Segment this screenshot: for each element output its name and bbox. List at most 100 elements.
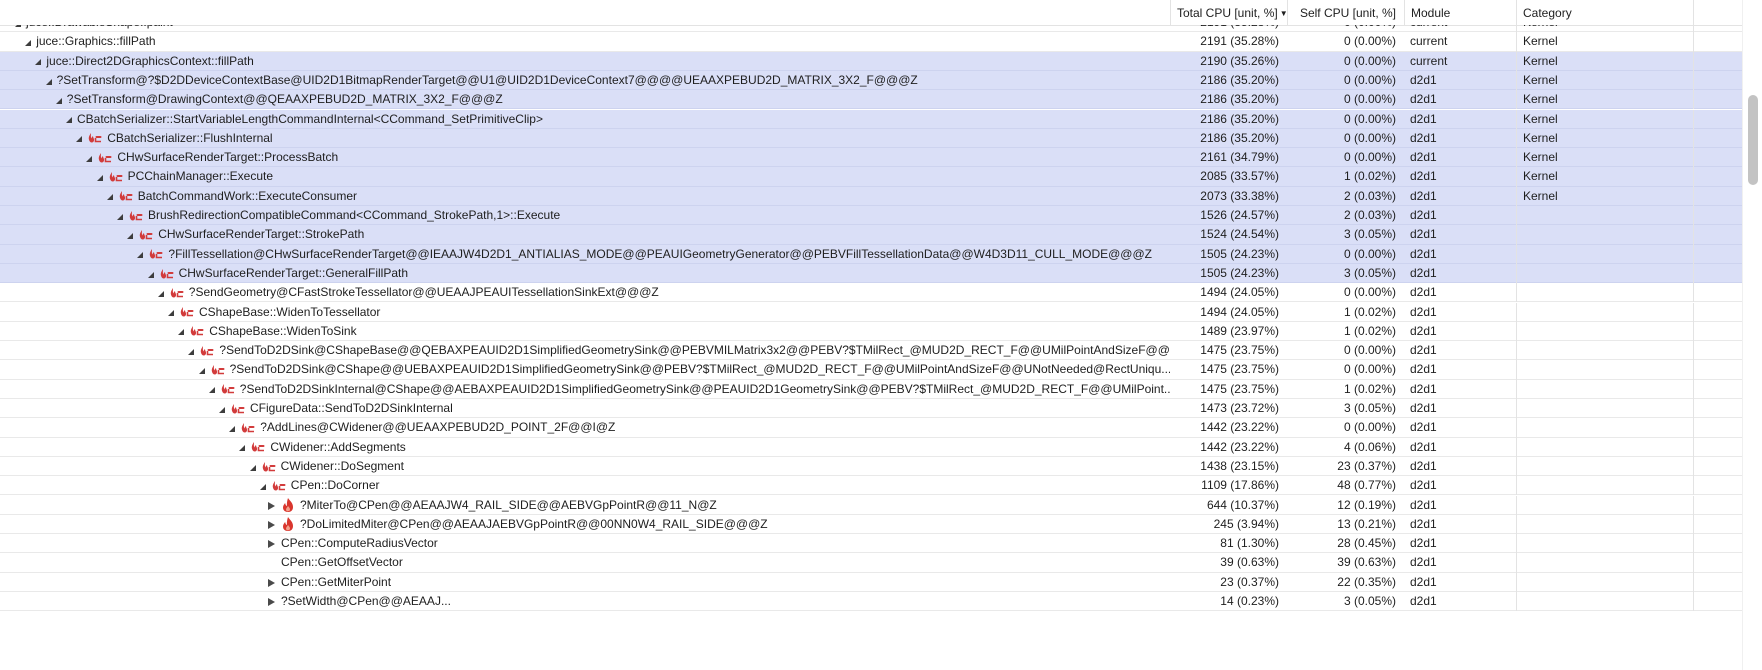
call-tree-row[interactable]: CHwSurfaceRenderTarget::ProcessBatch 2161… — [0, 148, 1742, 168]
collapse-arrow-icon[interactable] — [30, 52, 42, 71]
call-tree-row[interactable]: CPen::ComputeRadiusVector 81 (1.30%) 28 (0… — [0, 534, 1742, 554]
column-header-category[interactable]: Category — [1516, 0, 1693, 25]
spacer-cell — [1693, 225, 1742, 245]
module-cell: d2d1 — [1410, 130, 1437, 145]
function-name-cell: ?MiterTo@CPen@@AEAAJW4_RAIL_SIDE@@AEBVGp… — [0, 496, 1170, 515]
expand-arrow-icon[interactable] — [265, 592, 277, 611]
sort-descending-icon: ▼ — [1279, 9, 1287, 18]
call-tree-row[interactable]: ?SetTransform@?$D2DDeviceContextBase@UID… — [0, 70, 1742, 91]
call-tree-row[interactable]: ?SetWidth@CPen@@AEAAJ... 14 (0.23%) 3 (0.0… — [0, 592, 1742, 612]
call-tree-row[interactable]: ?SendToD2DSink@CShapeBase@@QEBAXPEAUID2D… — [0, 341, 1742, 361]
collapse-arrow-icon[interactable] — [143, 264, 155, 283]
collapse-arrow-icon[interactable] — [245, 457, 257, 476]
collapse-arrow-icon[interactable] — [51, 90, 63, 109]
call-tree-row[interactable]: ?SetTransform@DrawingContext@@QEAAXPEBUD… — [0, 90, 1742, 110]
collapse-arrow-icon[interactable] — [194, 360, 206, 379]
call-tree-row[interactable]: CBatchSerializer::StartVariableLengthCom… — [0, 109, 1742, 129]
hot-path-icon — [272, 480, 286, 491]
collapse-arrow-icon[interactable] — [163, 303, 175, 322]
call-tree-row[interactable]: ?AddLines@CWidener@@UEAAXPEBUD2D_POINT_2… — [0, 418, 1742, 438]
call-tree-row[interactable]: BrushRedirectionCompatibleCommand<CComma… — [0, 206, 1742, 226]
column-header-total-cpu[interactable]: Total CPU [unit, %] ▼ — [1170, 0, 1287, 25]
spacer-cell — [1693, 456, 1742, 477]
vertical-scrollbar[interactable] — [1742, 0, 1762, 670]
expand-arrow-icon[interactable] — [265, 496, 277, 515]
call-tree-row[interactable]: juce::Direct2DGraphicsContext::fillPath 2… — [0, 51, 1742, 71]
total-cpu-cell: 2191 (35.28%) — [1200, 34, 1279, 49]
category-cell — [1516, 283, 1693, 303]
total-cpu-cell: 2186 (35.20%) — [1200, 130, 1279, 145]
call-tree-row[interactable]: ?FillTessellation@CHwSurfaceRenderTarget… — [0, 244, 1742, 264]
scrollbar-thumb[interactable] — [1748, 95, 1758, 185]
self-cpu-cell: 0 (0.00%) — [1343, 130, 1396, 145]
collapse-arrow-icon[interactable] — [204, 380, 216, 399]
call-tree: juce::DrawableShape::paint2191 (35.28%)0… — [0, 25, 1742, 670]
call-tree-row[interactable]: juce::DrawableShape::paint 2191 (35.28%)0… — [0, 25, 1742, 33]
collapse-arrow-icon[interactable] — [183, 341, 195, 360]
category-cell — [1516, 321, 1693, 342]
collapse-arrow-icon[interactable] — [20, 32, 32, 51]
collapse-arrow-icon[interactable] — [132, 245, 144, 264]
call-tree-row[interactable]: CShapeBase::WidenToSink 1489 (23.97%) 1 (0… — [0, 321, 1742, 342]
expand-arrow-icon[interactable] — [265, 515, 277, 534]
call-tree-row[interactable]: ?SendToD2DSinkInternal@CShape@@AEBAXPEAU… — [0, 379, 1742, 399]
call-tree-row[interactable]: CHwSurfaceRenderTarget::StrokePath 1524 (… — [0, 225, 1742, 245]
collapse-arrow-icon[interactable] — [173, 322, 185, 341]
module-cell: current — [1404, 25, 1516, 32]
function-name-cell: PCChainManager::Execute — [0, 167, 1170, 186]
total-cpu-cell: 39 (0.63%) — [1220, 555, 1279, 570]
module-cell: d2d1 — [1410, 420, 1437, 435]
expand-arrow-icon[interactable] — [265, 534, 277, 553]
call-tree-row[interactable]: PCChainManager::Execute 2085 (33.57%) 1 (0… — [0, 167, 1742, 187]
category-cell — [1516, 360, 1693, 380]
call-tree-row[interactable]: ?MiterTo@CPen@@AEAAJW4_RAIL_SIDE@@AEBVGp… — [0, 495, 1742, 515]
column-header-self-cpu[interactable]: Self CPU [unit, %] — [1287, 0, 1404, 25]
collapse-arrow-icon[interactable] — [71, 129, 83, 148]
function-name: CPen::GetOffsetVector — [281, 555, 403, 570]
function-name-cell: ?SetTransform@?$D2DDeviceContextBase@UID… — [0, 71, 1170, 90]
total-cpu-cell: 1494 (24.05%) — [1200, 304, 1279, 319]
self-cpu-cell: 0 (0.00%) — [1343, 53, 1396, 68]
call-tree-row[interactable]: BatchCommandWork::ExecuteConsumer 2073 (3… — [0, 186, 1742, 206]
self-cpu-cell: 39 (0.63%) — [1337, 555, 1396, 570]
call-tree-row[interactable]: ?DoLimitedMiter@CPen@@AEAAJAEBVGpPointR@… — [0, 514, 1742, 535]
call-tree-row[interactable]: ?SendToD2DSink@CShape@@UEBAXPEAUID2D1Sim… — [0, 360, 1742, 380]
call-tree-row[interactable]: CWidener::AddSegments 1442 (23.22%) 4 (0.0… — [0, 437, 1742, 457]
function-name: ?SendToD2DSinkInternal@CShape@@AEBAXPEAU… — [239, 381, 1170, 396]
call-tree-row[interactable]: ?SendGeometry@CFastStrokeTessellator@@UE… — [0, 283, 1742, 303]
self-cpu-cell: 0 (0.00%) — [1287, 25, 1404, 32]
collapse-arrow-icon[interactable] — [224, 418, 236, 437]
call-tree-row[interactable]: CBatchSerializer::FlushInternal 2186 (35.… — [0, 128, 1742, 149]
collapse-arrow-icon[interactable] — [81, 148, 93, 167]
self-cpu-cell: 1 (0.02%) — [1343, 381, 1396, 396]
expand-arrow-icon[interactable] — [265, 573, 277, 592]
module-cell: d2d1 — [1410, 362, 1437, 377]
call-tree-row[interactable]: juce::Graphics::fillPath 2191 (35.28%) 0 (… — [0, 32, 1742, 52]
call-tree-row[interactable]: CWidener::DoSegment 1438 (23.15%) 23 (0.37… — [0, 456, 1742, 477]
collapse-arrow-icon[interactable] — [92, 167, 104, 186]
self-cpu-cell: 13 (0.21%) — [1337, 516, 1396, 531]
call-tree-row[interactable]: CPen::GetOffsetVector 39 (0.63%) 39 (0.63%… — [0, 553, 1742, 573]
category-cell: Kernel — [1516, 32, 1693, 52]
collapse-arrow-icon[interactable] — [255, 476, 267, 495]
collapse-arrow-icon[interactable] — [41, 71, 53, 90]
collapse-arrow-icon[interactable] — [102, 187, 114, 206]
function-name: ?SetWidth@CPen@@AEAAJ... — [281, 594, 451, 608]
column-header-module[interactable]: Module — [1404, 0, 1516, 25]
collapse-arrow-icon[interactable] — [122, 225, 134, 244]
collapse-arrow-icon[interactable] — [61, 110, 73, 129]
category-cell — [1516, 476, 1693, 496]
call-tree-row[interactable]: CFigureData::SendToD2DSinkInternal 1473 (… — [0, 399, 1742, 419]
collapse-arrow-icon[interactable] — [234, 438, 246, 457]
total-cpu-cell: 245 (3.94%) — [1213, 516, 1279, 531]
spacer-cell — [1693, 553, 1742, 573]
collapse-arrow-icon[interactable] — [10, 25, 22, 32]
call-tree-row[interactable]: CPen::GetMiterPoint 23 (0.37%) 22 (0.35%) d… — [0, 572, 1742, 592]
call-tree-row[interactable]: CShapeBase::WidenToTessellator 1494 (24.0… — [0, 302, 1742, 322]
call-tree-row[interactable]: CHwSurfaceRenderTarget::GeneralFillPath 1… — [0, 263, 1742, 284]
collapse-arrow-icon[interactable] — [214, 399, 226, 418]
collapse-arrow-icon[interactable] — [112, 206, 124, 225]
column-header-function[interactable] — [0, 0, 1170, 25]
call-tree-row[interactable]: CPen::DoCorner 1109 (17.86%) 48 (0.77%) d2d… — [0, 476, 1742, 496]
collapse-arrow-icon[interactable] — [153, 283, 165, 302]
